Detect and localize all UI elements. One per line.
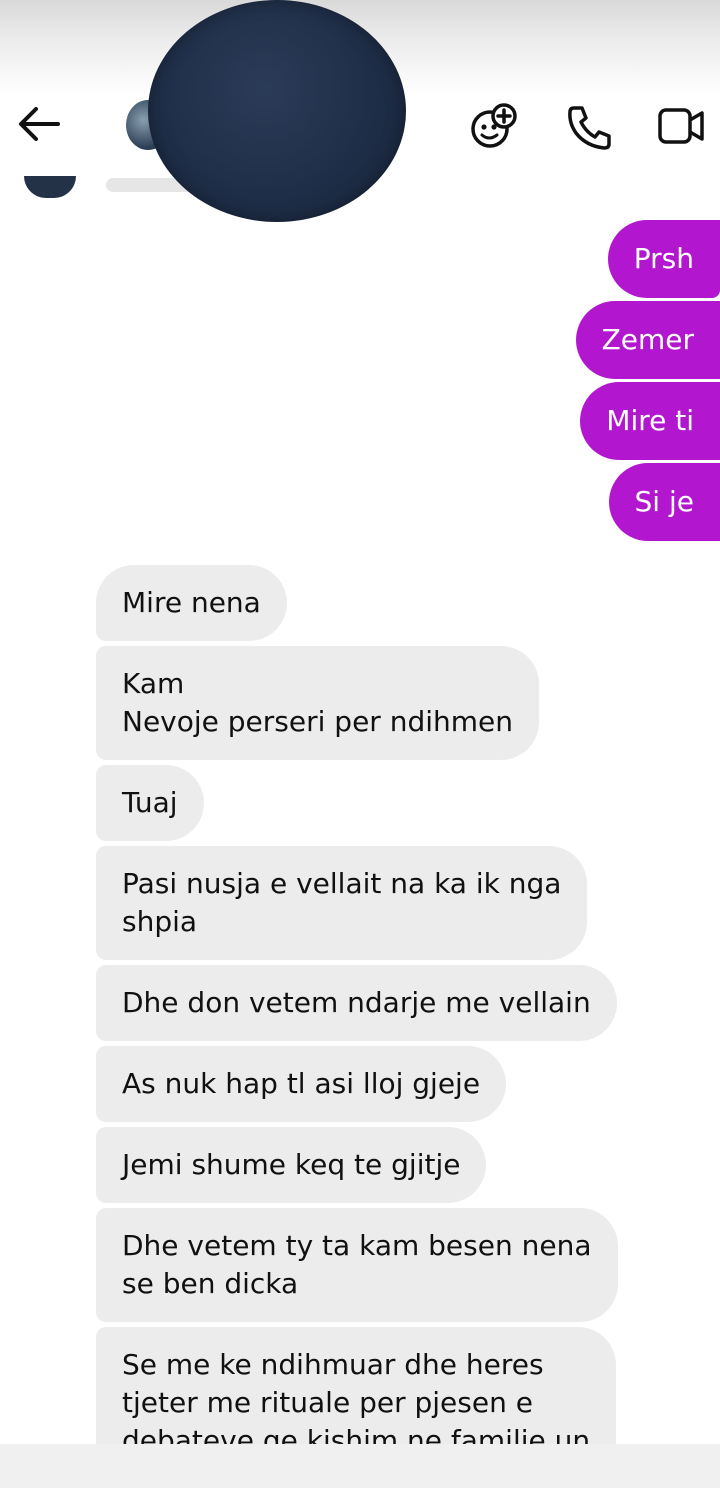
message-text: Tuaj [122,786,178,819]
message-text: shpia [122,905,198,938]
chat-header [0,0,720,222]
message-text: Si je [634,485,694,518]
message-text: Kam [122,667,185,700]
message-text: tjeter me rituale per pjesen e [122,1386,533,1419]
message-text: Dhe vetem ty ta kam besen nena [122,1229,592,1262]
incoming-message[interactable]: Tuaj [96,765,204,841]
effects-icon [471,103,517,148]
phone-icon [568,106,611,150]
outgoing-message[interactable]: Mire ti [580,382,720,460]
redaction-blob [148,0,406,222]
incoming-message[interactable]: Kam Nevoje perseri per ndihmen [96,646,540,760]
message-text: Nevoje perseri per ndihmen [122,705,514,738]
back-arrow-icon [19,107,60,141]
contact-avatar-secondary [24,176,76,198]
back-button[interactable] [14,100,64,148]
incoming-message[interactable]: Dhe don vetem ndarje me vellain [96,965,617,1041]
message-text: se ben dicka [122,1267,299,1300]
message-text: Se me ke ndihmuar dhe heres [122,1348,544,1381]
message-text: Pasi nusja e vellait na ka ik nga [122,867,562,900]
outgoing-message[interactable]: Si je [608,463,720,541]
message-text: Prsh [633,242,694,275]
message-text: Zemer [601,323,694,356]
outgoing-message[interactable]: Prsh [607,220,720,298]
message-text: Mire ti [606,404,694,437]
incoming-message[interactable]: Dhe vetem ty ta kam besen nena se ben di… [96,1208,618,1322]
message-text: Dhe don vetem ndarje me vellain [122,986,591,1019]
message-text: As nuk hap tl asi lloj gjeje [122,1067,481,1100]
video-icon [658,108,704,144]
incoming-message[interactable]: Pasi nusja e vellait na ka ik nga shpia [96,846,588,960]
incoming-message[interactable]: Mire nena [96,565,287,641]
bottom-bar [0,1444,720,1488]
outgoing-message[interactable]: Zemer [575,301,720,379]
incoming-message[interactable]: Jemi shume keq te gjitje [96,1127,487,1203]
effects-button[interactable] [466,100,520,152]
message-text: Jemi shume keq te gjitje [122,1148,461,1181]
call-button[interactable] [562,100,616,152]
message-text: Mire nena [122,586,261,619]
video-call-button[interactable] [654,100,708,152]
incoming-message[interactable]: As nuk hap tl asi lloj gjeje [96,1046,507,1122]
